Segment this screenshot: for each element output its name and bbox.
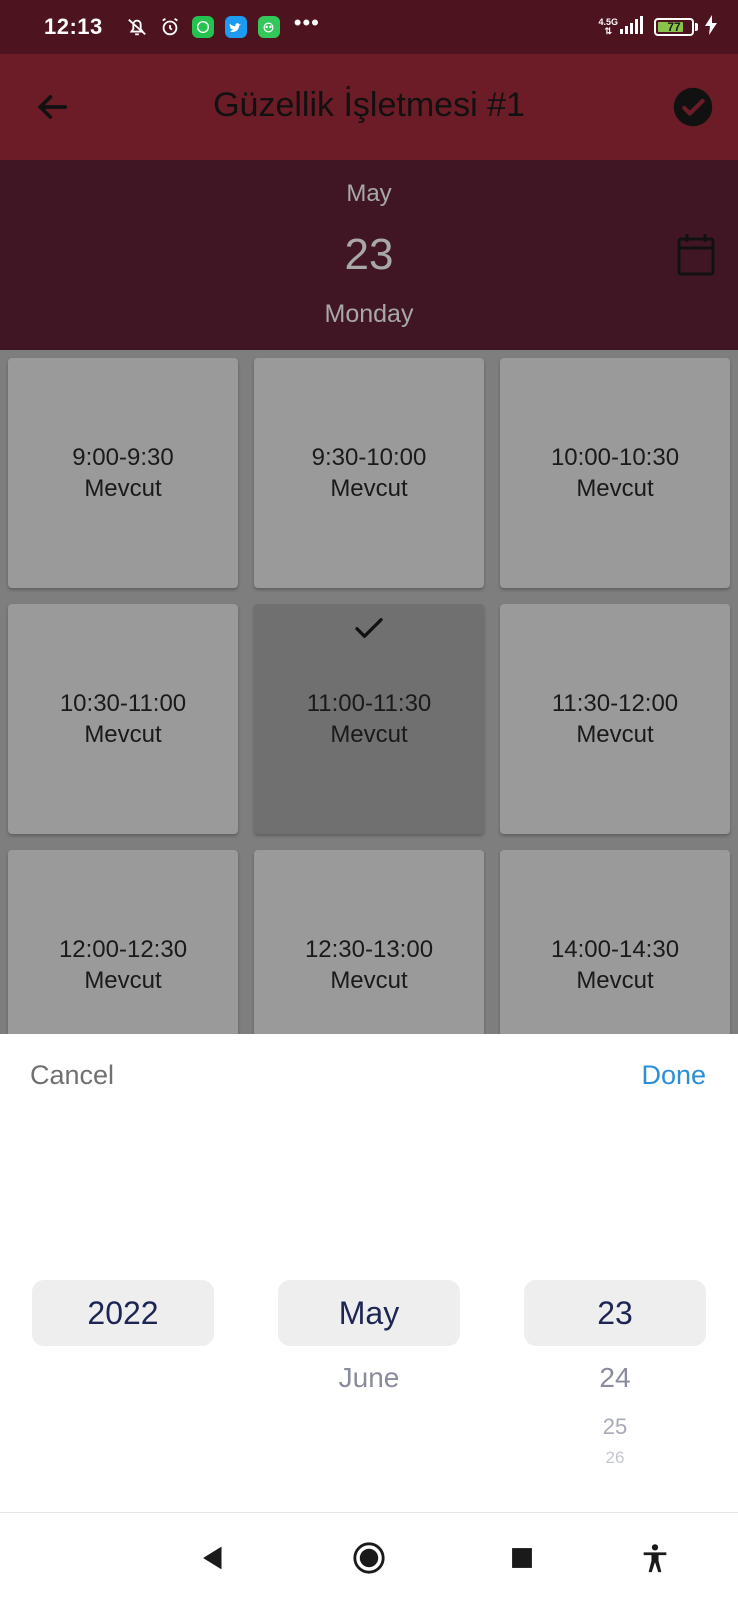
slot-status: Mevcut — [330, 967, 408, 994]
calendar-button[interactable] — [676, 233, 716, 277]
time-slot-card[interactable]: 9:30-10:00 Mevcut — [254, 358, 484, 588]
slot-time: 11:30-12:00 — [551, 690, 679, 717]
slot-time: 9:30-10:00 — [311, 444, 427, 471]
square-recents-icon — [512, 1548, 532, 1568]
time-slot-card[interactable]: 10:00-10:30 Mevcut — [500, 358, 730, 588]
charging-icon — [704, 14, 718, 40]
time-slot-card[interactable]: 12:30-13:00 Mevcut — [254, 850, 484, 1034]
slot-status: Mevcut — [84, 475, 162, 502]
slot-status: Mevcut — [576, 475, 654, 502]
month-picker-selected[interactable]: May — [278, 1280, 460, 1346]
more-notifications-icon: ••• — [293, 10, 320, 35]
slot-status: Mevcut — [330, 721, 408, 748]
battery-icon: 77 — [654, 18, 694, 36]
alarm-icon — [159, 16, 181, 38]
date-month: May — [346, 180, 392, 207]
check-circle-icon — [673, 87, 713, 127]
slot-status: Mevcut — [576, 721, 654, 748]
whatsapp-icon — [191, 16, 214, 38]
time-slot-card-selected[interactable]: 11:00-11:30 Mevcut — [254, 604, 484, 834]
time-slot-card[interactable]: 14:00-14:30 Mevcut — [500, 850, 730, 1034]
slot-time: 11:00-11:30 — [306, 690, 432, 717]
nav-recents-button[interactable] — [505, 1541, 539, 1575]
done-button[interactable]: Done — [641, 1060, 706, 1091]
date-day: 23 — [344, 230, 394, 279]
battery-level: 77 — [667, 20, 681, 34]
cancel-button[interactable]: Cancel — [30, 1060, 114, 1091]
slot-time: 10:30-11:00 — [59, 690, 187, 717]
notification-icons: ••• — [115, 10, 320, 38]
nav-back-button[interactable] — [196, 1541, 230, 1575]
time-slot-grid: 9:00-9:30 Mevcut 9:30-10:00 Mevcut 10:00… — [0, 350, 738, 1034]
accessibility-icon — [643, 1544, 667, 1573]
day-picker-option[interactable]: 25 — [524, 1414, 706, 1440]
system-status: 4.5G ⇅ 77 — [598, 14, 718, 40]
triangle-back-icon — [203, 1546, 222, 1570]
slot-status: Mevcut — [330, 475, 408, 502]
date-weekday: Monday — [324, 300, 414, 328]
day-picker-selected[interactable]: 23 — [524, 1280, 706, 1346]
slot-time: 12:00-12:30 — [58, 936, 188, 963]
confirm-button[interactable] — [672, 86, 714, 128]
check-icon — [355, 618, 383, 638]
slot-status: Mevcut — [84, 967, 162, 994]
nav-home-button[interactable] — [352, 1541, 386, 1575]
time-slot-card[interactable]: 12:00-12:30 Mevcut — [8, 850, 238, 1034]
slot-time: 12:30-13:00 — [304, 936, 434, 963]
calendar-icon — [677, 234, 715, 276]
time-slot-card[interactable]: 10:30-11:00 Mevcut — [8, 604, 238, 834]
time-slot-card[interactable]: 9:00-9:30 Mevcut — [8, 358, 238, 588]
status-bar: 12:13 ••• 4.5G ⇅ 77 — [0, 0, 738, 54]
slot-status: Mevcut — [576, 967, 654, 994]
status-time: 12:13 — [44, 14, 103, 39]
page-title: Güzellik İşletmesi #1 — [213, 86, 525, 124]
data-arrows-icon: ⇅ — [604, 26, 613, 36]
signal-icon — [620, 15, 644, 39]
day-picker-option[interactable]: 24 — [524, 1362, 706, 1394]
slot-status: Mevcut — [84, 721, 162, 748]
mute-icon — [126, 16, 148, 38]
app-bar: Güzellik İşletmesi #1 — [0, 54, 738, 160]
slot-time: 10:00-10:30 — [550, 444, 680, 471]
system-nav-bar — [0, 1512, 738, 1601]
day-picker-option[interactable]: 26 — [524, 1448, 706, 1468]
accessibility-button[interactable] — [638, 1541, 672, 1575]
time-slot-card[interactable]: 11:30-12:00 Mevcut — [500, 604, 730, 834]
date-header: May 23 Monday — [0, 160, 738, 350]
slot-time: 9:00-9:30 — [72, 444, 174, 471]
year-picker-selected[interactable]: 2022 — [32, 1280, 214, 1346]
twitter-icon — [224, 16, 247, 38]
app-icon — [257, 16, 280, 38]
slot-time: 14:00-14:30 — [550, 936, 680, 963]
month-picker-option[interactable]: June — [278, 1362, 460, 1394]
date-picker-sheet: Cancel Done 2022 May June 23 24 25 26 — [0, 1034, 738, 1512]
circle-home-icon — [353, 1542, 385, 1574]
